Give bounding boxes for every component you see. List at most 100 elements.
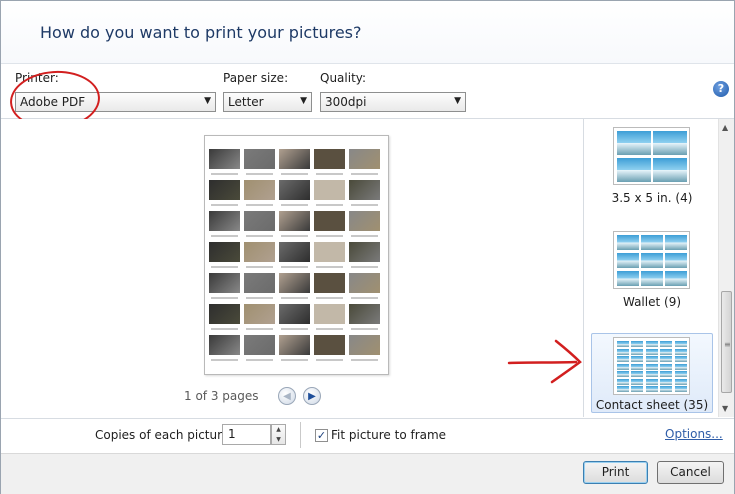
help-icon[interactable]: ?	[713, 81, 729, 97]
contact-sheet-cell	[645, 386, 658, 392]
chevron-down-icon: ▼	[300, 96, 307, 106]
dialog-title: How do you want to print your pictures?	[40, 23, 362, 42]
scroll-up-icon[interactable]: ▲	[722, 123, 728, 132]
contact-sheet-thumbnail	[209, 211, 240, 237]
layout-wallet-thumbnail[interactable]	[613, 231, 690, 289]
print-settings-bar: Printer: Adobe PDF ▼ Paper size: Letter …	[1, 64, 734, 119]
contact-sheet-cell	[660, 356, 673, 362]
contact-sheet-thumbnail	[244, 211, 275, 237]
contact-sheet-cell	[674, 348, 687, 355]
cancel-button[interactable]: Cancel	[657, 461, 724, 484]
scroll-down-icon[interactable]: ▼	[722, 404, 728, 413]
quality-dropdown[interactable]: 300dpi ▼	[320, 92, 466, 112]
print-preview-pane: 1 of 3 pages ◀ ▶	[1, 119, 584, 417]
contact-sheet-cell	[631, 378, 644, 385]
dialog-header: How do you want to print your pictures?	[1, 1, 734, 64]
contact-sheet-cell	[617, 378, 629, 385]
contact-sheet-cell	[674, 371, 687, 377]
contact-sheet-thumbnail	[314, 273, 345, 299]
stepper-up-icon[interactable]: ▲	[272, 425, 285, 435]
next-page-button[interactable]: ▶	[303, 387, 321, 405]
contact-sheet-cell	[660, 386, 673, 392]
contact-sheet-thumbnail	[349, 273, 380, 299]
contact-sheet-cell	[674, 378, 687, 385]
contact-sheet-thumbnail	[349, 180, 380, 206]
contact-sheet-cell	[645, 371, 658, 377]
options-link[interactable]: Options...	[665, 427, 723, 441]
copies-bar: Copies of each picture: 1 ▲ ▼ ✓ Fit pict…	[1, 418, 734, 453]
contact-sheet-cell	[645, 378, 658, 385]
layout-3x5-label[interactable]: 3.5 x 5 in. (4)	[592, 191, 712, 205]
contact-sheet-cell	[631, 363, 644, 370]
fit-to-frame-checkbox[interactable]: ✓	[315, 429, 328, 442]
scrollbar-thumb[interactable]: ≡	[721, 291, 732, 393]
contact-sheet-cell	[631, 348, 644, 355]
contact-sheet-cell	[674, 356, 687, 362]
fit-to-frame-label[interactable]: Fit picture to frame	[331, 428, 446, 442]
contact-sheet-cell	[617, 363, 629, 370]
contact-sheet-cell	[631, 386, 644, 392]
previous-page-button[interactable]: ◀	[278, 387, 296, 405]
contact-sheet-cell	[674, 341, 687, 347]
contact-sheet-thumbnail	[244, 242, 275, 268]
paper-size-dropdown[interactable]: Letter ▼	[223, 92, 312, 112]
divider	[300, 422, 301, 448]
contact-sheet-cell	[617, 341, 629, 347]
contact-sheet-cell	[660, 363, 673, 370]
copies-stepper[interactable]: ▲ ▼	[271, 424, 286, 445]
contact-sheet-thumbnail	[209, 335, 240, 361]
layout-contact-sheet-label: Contact sheet (35)	[595, 398, 709, 412]
stepper-down-icon[interactable]: ▼	[272, 435, 285, 445]
annotation-red-arrow	[507, 339, 582, 384]
contact-sheet-thumbnail	[244, 273, 275, 299]
dialog-footer: Print Cancel	[1, 453, 734, 494]
contact-sheet-cell	[674, 363, 687, 370]
contact-sheet-thumbnail	[279, 242, 310, 268]
contact-sheet-thumbnail	[279, 335, 310, 361]
contact-sheet-thumbnail	[209, 180, 240, 206]
contact-sheet-thumbnail	[314, 242, 345, 268]
chevron-down-icon: ▼	[454, 96, 461, 106]
contact-sheet-cell	[631, 341, 644, 347]
layout-contact-sheet-selected[interactable]: Contact sheet (35)	[591, 333, 713, 413]
contact-sheet-thumbnail	[314, 211, 345, 237]
paper-size-label: Paper size:	[223, 71, 289, 85]
contact-sheet-cell	[631, 356, 644, 362]
copies-input[interactable]: 1	[222, 424, 271, 445]
contact-sheet-cell	[631, 371, 644, 377]
contact-sheet-thumbnail	[314, 149, 345, 175]
contact-sheet-grid	[209, 149, 385, 361]
contact-sheet-cell	[660, 378, 673, 385]
quality-label: Quality:	[320, 71, 367, 85]
layout-scrollbar[interactable]: ▲ ≡ ▼	[718, 119, 734, 417]
contact-sheet-thumbnail	[279, 304, 310, 330]
layout-wallet-label[interactable]: Wallet (9)	[592, 295, 712, 309]
contact-sheet-thumbnail	[349, 335, 380, 361]
contact-sheet-cell	[645, 341, 658, 347]
contact-sheet-cell	[617, 348, 629, 355]
layout-3x5-thumbnail[interactable]	[613, 127, 690, 185]
preview-page	[204, 135, 389, 375]
quality-value: 300dpi	[325, 95, 367, 109]
contact-sheet-thumbnail	[314, 304, 345, 330]
contact-sheet-thumbnail	[314, 180, 345, 206]
contact-sheet-cell	[617, 386, 629, 392]
contact-sheet-cell	[617, 371, 629, 377]
contact-sheet-thumbnail	[349, 304, 380, 330]
contact-sheet-thumbnail	[314, 335, 345, 361]
contact-sheet-thumbnail	[279, 211, 310, 237]
contact-sheet-cell	[617, 356, 629, 362]
contact-sheet-thumbnail	[209, 242, 240, 268]
print-pictures-dialog: How do you want to print your pictures? …	[0, 0, 735, 494]
contact-sheet-thumbnail	[244, 304, 275, 330]
contact-sheet-cell	[660, 348, 673, 355]
layout-contact-sheet-thumbnail	[613, 337, 690, 395]
contact-sheet-thumbnail	[209, 149, 240, 175]
page-indicator: 1 of 3 pages	[184, 389, 259, 403]
print-button[interactable]: Print	[583, 461, 648, 484]
contact-sheet-cell	[660, 371, 673, 377]
contact-sheet-thumbnail	[244, 149, 275, 175]
copies-value: 1	[228, 427, 236, 441]
contact-sheet-cell	[645, 356, 658, 362]
contact-sheet-thumbnail	[349, 211, 380, 237]
